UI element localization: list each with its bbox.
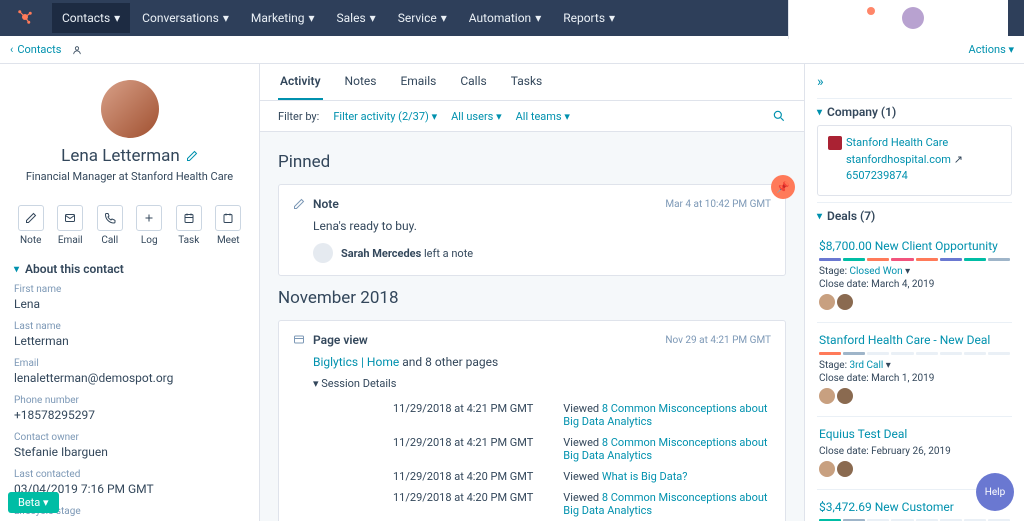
- external-link-icon[interactable]: ↗: [954, 153, 963, 166]
- pinned-note-card[interactable]: 📌 Note Mar 4 at 10:42 PM GMT Lena's read…: [278, 184, 786, 276]
- divider: |: [885, 11, 888, 25]
- nav-sales[interactable]: Sales ▾: [327, 3, 386, 33]
- pinned-heading: Pinned: [278, 152, 786, 172]
- nav-reports[interactable]: Reports ▾: [553, 3, 625, 33]
- company-section-toggle[interactable]: ▾Company (1): [817, 98, 1012, 125]
- nav-conversations[interactable]: Conversations ▾: [132, 3, 239, 33]
- nav-marketing[interactable]: Marketing ▾: [241, 3, 325, 33]
- avatar: [902, 7, 924, 29]
- session-details-toggle[interactable]: ▾ Session Details: [313, 377, 771, 390]
- search-icon[interactable]: [801, 11, 815, 25]
- session-row: 11/29/2018 at 4:20 PM GMTViewed 8 Common…: [313, 487, 771, 521]
- back-to-contacts[interactable]: ‹ Contacts: [10, 43, 82, 56]
- deal-card[interactable]: $8,700.00 New Client Opportunity Stage: …: [817, 229, 1012, 323]
- deal-name-link[interactable]: $8,700.00 New Client Opportunity: [819, 239, 1010, 253]
- account-menu[interactable]: biglytics.net ▾: [902, 7, 1006, 29]
- notifications-icon[interactable]: [857, 11, 871, 25]
- filter-users[interactable]: All users ▾: [451, 110, 501, 123]
- owner-field[interactable]: Stefanie Ibarguen: [14, 445, 245, 459]
- note-text: Lena's ready to buy.: [313, 219, 771, 233]
- tab-activity[interactable]: Activity: [278, 64, 323, 100]
- qa-call[interactable]: Call: [93, 205, 127, 246]
- quick-actions: Note Email Call Log Task Meet: [14, 205, 245, 246]
- deal-name-link[interactable]: Stanford Health Care - New Deal: [819, 333, 1010, 347]
- qa-email[interactable]: Email: [54, 205, 88, 246]
- viewed-page-link[interactable]: 8 Common Misconceptions about Big Data A…: [563, 402, 767, 428]
- tab-tasks[interactable]: Tasks: [509, 64, 545, 100]
- company-logo-icon: [828, 136, 842, 150]
- viewed-page-link[interactable]: 8 Common Misconceptions about Big Data A…: [563, 491, 767, 517]
- search-activity-icon[interactable]: [772, 109, 786, 123]
- pageview-link[interactable]: Biglytics | Home: [313, 355, 399, 369]
- about-section-toggle[interactable]: ▾About this contact: [14, 262, 245, 276]
- company-phone-link[interactable]: 6507239874: [846, 169, 908, 182]
- session-row: 11/29/2018 at 4:20 PM GMTViewed What is …: [313, 466, 771, 487]
- record-tabs: Activity Notes Emails Calls Tasks: [260, 64, 804, 101]
- edit-name-icon[interactable]: [186, 150, 198, 162]
- tab-notes[interactable]: Notes: [343, 64, 379, 100]
- qa-log[interactable]: Log: [133, 205, 167, 246]
- help-button[interactable]: Help: [976, 473, 1014, 511]
- company-card[interactable]: Stanford Health Care stanfordhospital.co…: [817, 125, 1012, 196]
- first-name-field[interactable]: Lena: [14, 297, 245, 311]
- pin-icon[interactable]: 📌: [771, 175, 795, 199]
- session-row: 11/29/2018 at 4:21 PM GMTViewed 8 Common…: [313, 398, 771, 432]
- tab-emails[interactable]: Emails: [398, 64, 438, 100]
- month-heading: November 2018: [278, 288, 786, 308]
- collapse-panel-icon[interactable]: »: [817, 74, 1012, 90]
- nav-contacts[interactable]: Contacts ▾: [52, 3, 130, 33]
- beta-badge[interactable]: Beta ▾: [8, 492, 59, 513]
- pageview-card[interactable]: Page view Nov 29 at 4:21 PM GMT Biglytic…: [278, 320, 786, 521]
- nav-automation[interactable]: Automation ▾: [459, 3, 551, 33]
- viewed-page-link[interactable]: 8 Common Misconceptions about Big Data A…: [563, 436, 767, 462]
- company-name-link[interactable]: Stanford Health Care: [846, 136, 948, 149]
- top-nav: Contacts ▾ Conversations ▾ Marketing ▾ S…: [0, 0, 1024, 36]
- settings-icon[interactable]: [829, 11, 843, 25]
- email-field[interactable]: lenaletterman@demospot.org: [14, 371, 245, 385]
- tab-calls[interactable]: Calls: [458, 64, 488, 100]
- last-name-field[interactable]: Letterman: [14, 334, 245, 348]
- viewed-page-link[interactable]: What is Big Data?: [602, 470, 688, 483]
- filter-bar: Filter by: Filter activity (2/37) ▾ All …: [260, 101, 804, 132]
- contact-panel: Lena Letterman Financial Manager at Stan…: [0, 64, 260, 521]
- contact-photo[interactable]: [101, 80, 159, 138]
- phone-field[interactable]: +18578295297: [14, 408, 245, 422]
- qa-task[interactable]: Task: [172, 205, 206, 246]
- deals-section-toggle[interactable]: ▾Deals (7): [817, 202, 1012, 229]
- deal-name-link[interactable]: Equius Test Deal: [819, 427, 1010, 441]
- qa-note[interactable]: Note: [14, 205, 48, 246]
- activity-feed: Activity Notes Emails Calls Tasks Filter…: [260, 64, 804, 521]
- note-icon: [293, 198, 305, 210]
- sub-bar: ‹ Contacts Actions ▾: [0, 36, 1024, 64]
- pageview-icon: [293, 334, 305, 346]
- actions-menu[interactable]: Actions ▾: [969, 43, 1014, 56]
- deal-card[interactable]: Stanford Health Care - New Deal Stage: 3…: [817, 323, 1012, 417]
- company-site-link[interactable]: stanfordhospital.com: [846, 153, 951, 166]
- filter-teams[interactable]: All teams ▾: [516, 110, 570, 123]
- contact-title: Financial Manager at Stanford Health Car…: [26, 170, 233, 183]
- contact-name: Lena Letterman: [61, 146, 180, 166]
- session-row: 11/29/2018 at 4:21 PM GMTViewed 8 Common…: [313, 432, 771, 466]
- hubspot-logo-icon[interactable]: [16, 8, 36, 28]
- author-avatar: [313, 243, 333, 263]
- nav-service[interactable]: Service ▾: [388, 3, 457, 33]
- qa-meet[interactable]: Meet: [212, 205, 246, 246]
- nav-links: Contacts ▾ Conversations ▾ Marketing ▾ S…: [52, 3, 625, 33]
- associations-panel: » ▾Company (1) Stanford Health Care stan…: [804, 64, 1024, 521]
- filter-activity[interactable]: Filter activity (2/37) ▾: [333, 110, 437, 123]
